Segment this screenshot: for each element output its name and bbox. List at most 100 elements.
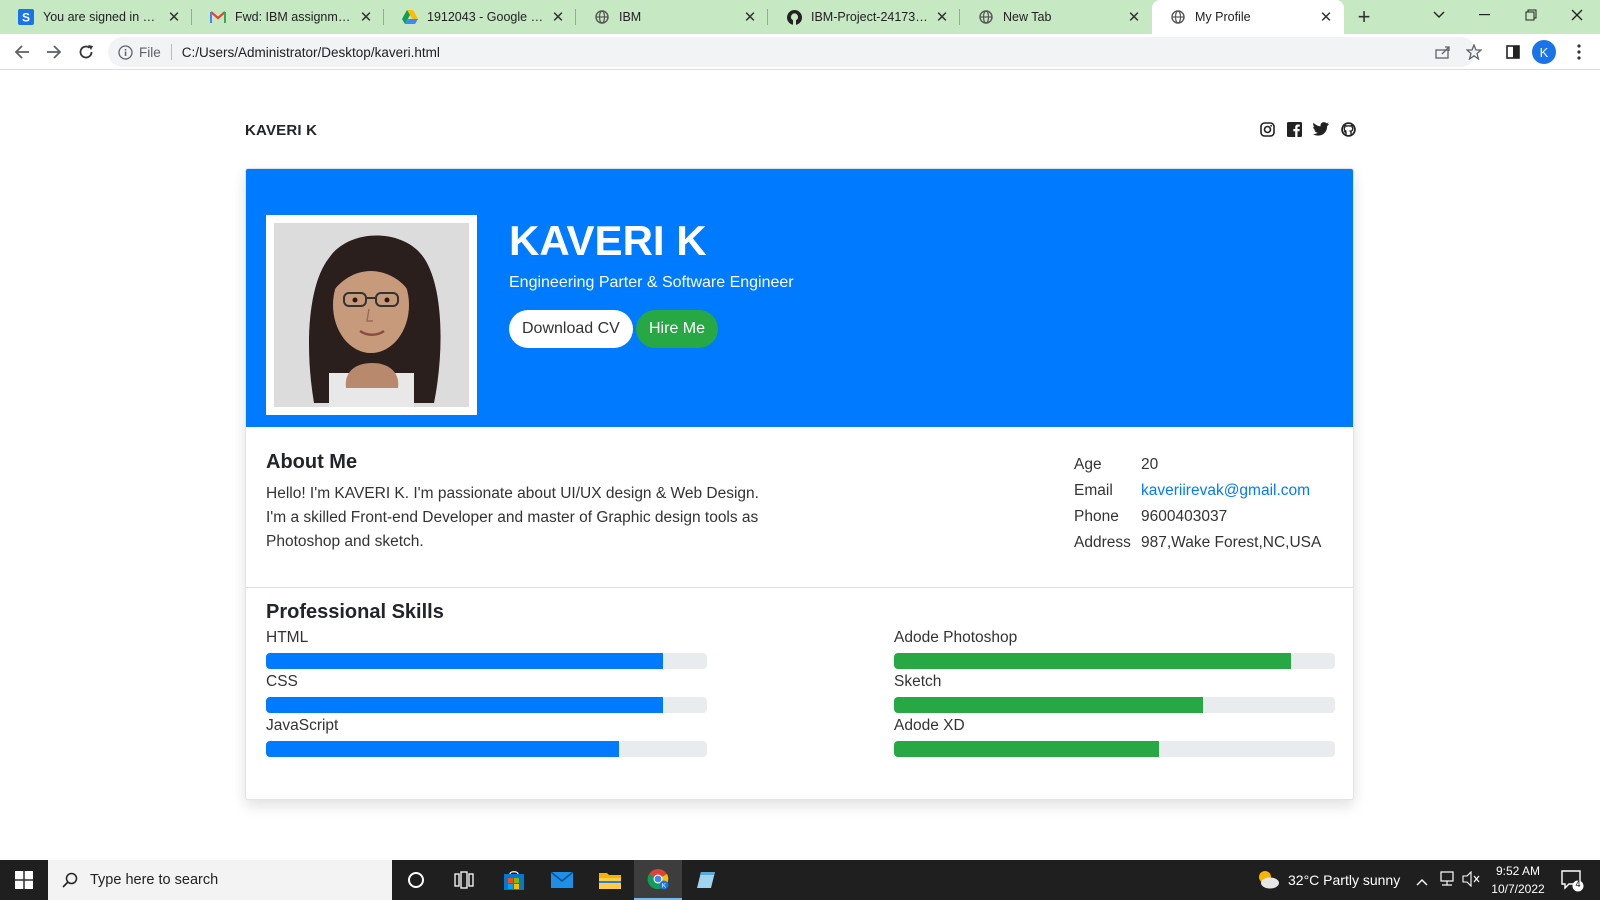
task-view-icon[interactable] xyxy=(440,860,488,900)
close-icon[interactable]: ✕ xyxy=(742,8,758,26)
tab-title: New Tab xyxy=(1003,10,1052,24)
globe-icon xyxy=(978,9,994,25)
tab-title: You are signed in as 19 xyxy=(43,10,160,24)
web-page: KAVERI K KAVERI K Engineering Parter & S… xyxy=(0,70,1600,860)
close-icon[interactable]: ✕ xyxy=(1318,8,1334,26)
weather-text[interactable]: 32°C Partly sunny xyxy=(1288,872,1400,888)
globe-icon xyxy=(1170,9,1186,25)
file-explorer-icon[interactable] xyxy=(586,860,634,900)
window-close-icon[interactable] xyxy=(1554,0,1600,30)
email-label: Email xyxy=(1074,482,1113,499)
skill-progress-fill xyxy=(266,741,619,757)
navbar-brand[interactable]: KAVERI K xyxy=(245,122,317,139)
gmail-icon xyxy=(210,9,226,25)
profile-photo-frame xyxy=(266,215,477,415)
github-icon[interactable] xyxy=(1339,120,1357,138)
github-icon xyxy=(786,9,802,25)
info-row-phone: Phone 9600403037 xyxy=(1074,504,1321,530)
bookmark-star-icon[interactable] xyxy=(1463,41,1485,63)
network-icon[interactable] xyxy=(1438,871,1456,892)
hire-me-button[interactable]: Hire Me xyxy=(636,310,719,348)
menu-kebab-icon[interactable] xyxy=(1568,41,1590,63)
hero-section: KAVERI K Engineering Parter & Software E… xyxy=(246,169,1353,427)
new-tab-button[interactable]: + xyxy=(1344,0,1384,34)
tab-signed-in[interactable]: S You are signed in as 19 ✕ xyxy=(0,0,192,34)
chrome-taskbar-icon[interactable]: K xyxy=(634,860,682,900)
skill-sketch: Sketch xyxy=(894,673,1335,713)
tab-title: IBM xyxy=(619,10,642,24)
drive-icon xyxy=(402,9,418,25)
tab-title: 1912043 - Google Drive xyxy=(427,10,544,24)
forward-icon[interactable] xyxy=(38,36,70,68)
minimize-icon[interactable] xyxy=(1462,0,1508,30)
close-icon[interactable]: ✕ xyxy=(358,8,374,26)
skill-progress-fill xyxy=(894,653,1291,669)
microsoft-store-icon[interactable] xyxy=(490,860,538,900)
facebook-icon[interactable] xyxy=(1285,120,1303,138)
skill-javascript: JavaScript xyxy=(266,717,707,757)
weather-cloud-icon[interactable] xyxy=(1256,869,1280,894)
skill-progress-track xyxy=(894,653,1335,669)
info-icon[interactable] xyxy=(118,44,133,60)
svg-text:K: K xyxy=(662,883,667,890)
skill-progress-track xyxy=(894,741,1335,757)
side-panel-icon[interactable] xyxy=(1502,41,1524,63)
back-icon[interactable] xyxy=(6,36,38,68)
skill-label: Adode XD xyxy=(894,717,965,734)
profile-card: KAVERI K Engineering Parter & Software E… xyxy=(245,168,1354,800)
notepad-icon[interactable] xyxy=(682,860,730,900)
cortana-icon[interactable] xyxy=(392,860,440,900)
address-url[interactable]: C:/Users/Administrator/Desktop/kaveri.ht… xyxy=(182,45,440,60)
clock-time[interactable]: 9:52 AM xyxy=(1494,864,1542,878)
info-row-age: Age 20 xyxy=(1074,452,1321,478)
tab-search-chevron-icon[interactable] xyxy=(1416,0,1462,30)
skill-photoshop: Adode Photoshop xyxy=(894,629,1335,669)
twitter-icon[interactable] xyxy=(1312,120,1330,138)
tray-chevron-up-icon[interactable] xyxy=(1416,873,1428,891)
close-icon[interactable]: ✕ xyxy=(1126,8,1142,26)
profile-avatar[interactable]: K xyxy=(1532,40,1556,64)
hero-role: Engineering Parter & Software Engineer xyxy=(509,274,794,291)
skill-css: CSS xyxy=(266,673,707,713)
tab-gmail[interactable]: Fwd: IBM assignment 1 ✕ xyxy=(192,0,384,34)
restore-icon[interactable] xyxy=(1508,0,1554,30)
profile-photo xyxy=(274,223,469,407)
mail-icon[interactable] xyxy=(538,860,586,900)
about-text: Hello! I'm KAVERI K. I'm passionate abou… xyxy=(266,485,759,550)
tab-title: Fwd: IBM assignment 1 xyxy=(235,10,352,24)
taskbar: Type here to search K 32°C Partly sunny … xyxy=(0,860,1600,900)
address-bar[interactable]: File C:/Users/Administrator/Desktop/kave… xyxy=(108,37,1476,67)
instagram-icon[interactable] xyxy=(1258,120,1276,138)
download-cv-button[interactable]: Download CV xyxy=(509,310,633,348)
skill-html: HTML xyxy=(266,629,707,669)
svg-text:S: S xyxy=(22,11,30,25)
tab-new-tab[interactable]: New Tab ✕ xyxy=(960,0,1152,34)
close-icon[interactable]: ✕ xyxy=(934,8,950,26)
notifications-icon[interactable]: 4 xyxy=(1560,868,1584,897)
address-label: Address xyxy=(1074,534,1131,551)
tab-drive[interactable]: 1912043 - Google Drive ✕ xyxy=(384,0,576,34)
about-title: About Me xyxy=(266,451,358,473)
address-value: 987,Wake Forest,NC,USA xyxy=(1141,534,1322,551)
share-icon[interactable] xyxy=(1432,41,1454,63)
reload-icon[interactable] xyxy=(70,36,102,68)
skill-label: Adode Photoshop xyxy=(894,629,1018,646)
tab-strip: S You are signed in as 19 ✕ Fwd: IBM ass… xyxy=(0,0,1600,34)
clock-date[interactable]: 10/7/2022 xyxy=(1488,882,1548,896)
globe-icon xyxy=(594,9,610,25)
skills-title: Professional Skills xyxy=(266,601,444,623)
skill-progress-track xyxy=(266,653,707,669)
tab-github[interactable]: IBM-Project-24173-165 ✕ xyxy=(768,0,960,34)
volume-muted-icon[interactable] xyxy=(1462,870,1480,892)
tab-my-profile[interactable]: My Profile ✕ xyxy=(1152,0,1344,34)
email-link[interactable]: kaveriirevak@gmail.com xyxy=(1141,482,1310,500)
address-protocol: File xyxy=(139,44,161,60)
tab-ibm[interactable]: IBM ✕ xyxy=(576,0,768,34)
taskbar-search-box[interactable]: Type here to search xyxy=(48,860,392,900)
windows-start-icon[interactable] xyxy=(0,860,48,900)
close-icon[interactable]: ✕ xyxy=(550,8,566,26)
notification-count: 4 xyxy=(1575,879,1581,889)
close-icon[interactable]: ✕ xyxy=(166,8,182,26)
phone-label: Phone xyxy=(1074,508,1119,525)
info-list: Age 20 Email kaveriirevak@gmail.com Phon… xyxy=(1074,452,1321,556)
